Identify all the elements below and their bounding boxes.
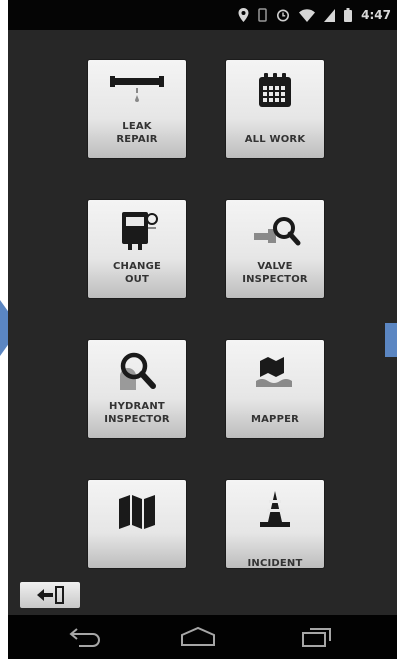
app-screen: LEAK REPAIR ALL WORK CHANGE OUT VALVE IN… — [8, 30, 397, 615]
tile-label: LEAK — [122, 121, 152, 132]
calendar-icon — [226, 70, 324, 112]
back-icon — [69, 628, 100, 647]
tile-label: ALL WORK — [244, 134, 306, 145]
magnifier-icon — [88, 350, 186, 392]
incident-button[interactable]: INCIDENT — [226, 480, 324, 568]
mapper-button[interactable]: MAPPER — [226, 340, 324, 438]
traffic-cone-icon — [226, 490, 324, 532]
hydrant-inspector-button[interactable]: HYDRANT INSPECTOR — [88, 340, 186, 438]
map-button[interactable] — [88, 480, 186, 568]
tile-label: INCIDENT — [247, 558, 303, 568]
vibrate-icon — [258, 8, 267, 22]
battery-icon — [344, 8, 353, 22]
tile-label: CHANGE — [112, 261, 162, 272]
tile-label: INSPECTOR — [104, 414, 170, 425]
alarm-icon — [277, 9, 290, 22]
location-icon — [238, 8, 249, 22]
recent-apps-button[interactable] — [296, 623, 336, 651]
home-icon — [181, 626, 215, 646]
flooded-map-icon — [226, 350, 324, 392]
status-bar: 4:47 — [8, 0, 397, 30]
tile-label: OUT — [124, 274, 150, 285]
tile-label: REPAIR — [116, 134, 158, 145]
pipe-icon — [88, 70, 186, 112]
all-work-button[interactable]: ALL WORK — [226, 60, 324, 158]
logout-button[interactable] — [20, 582, 80, 608]
meter-icon — [88, 210, 186, 252]
screenshot-stage: 4:47 LEAK REPAIR ALL WORK CHANGE OUT VAL… — [0, 0, 397, 659]
change-out-button[interactable]: CHANGE OUT — [88, 200, 186, 298]
leak-repair-button[interactable]: LEAK REPAIR — [88, 60, 186, 158]
next-arrow-icon[interactable] — [385, 323, 397, 357]
navigation-bar — [8, 615, 397, 659]
tile-label: INSPECTOR — [242, 274, 308, 285]
valve-inspector-button[interactable]: VALVE INSPECTOR — [226, 200, 324, 298]
recent-apps-icon — [302, 628, 331, 647]
logout-icon — [37, 586, 64, 604]
tile-label: HYDRANT — [109, 401, 165, 412]
tile-label: MAPPER — [250, 414, 300, 425]
signal-icon — [324, 8, 336, 22]
folded-map-icon — [88, 490, 186, 532]
valve-search-icon — [226, 210, 324, 252]
wifi-icon — [299, 8, 316, 22]
phone-screen: 4:47 LEAK REPAIR ALL WORK CHANGE OUT VAL… — [8, 0, 397, 659]
back-button[interactable] — [65, 623, 105, 651]
home-button[interactable] — [178, 623, 218, 651]
status-time: 4:47 — [361, 8, 391, 22]
tile-label: VALVE — [257, 261, 293, 272]
